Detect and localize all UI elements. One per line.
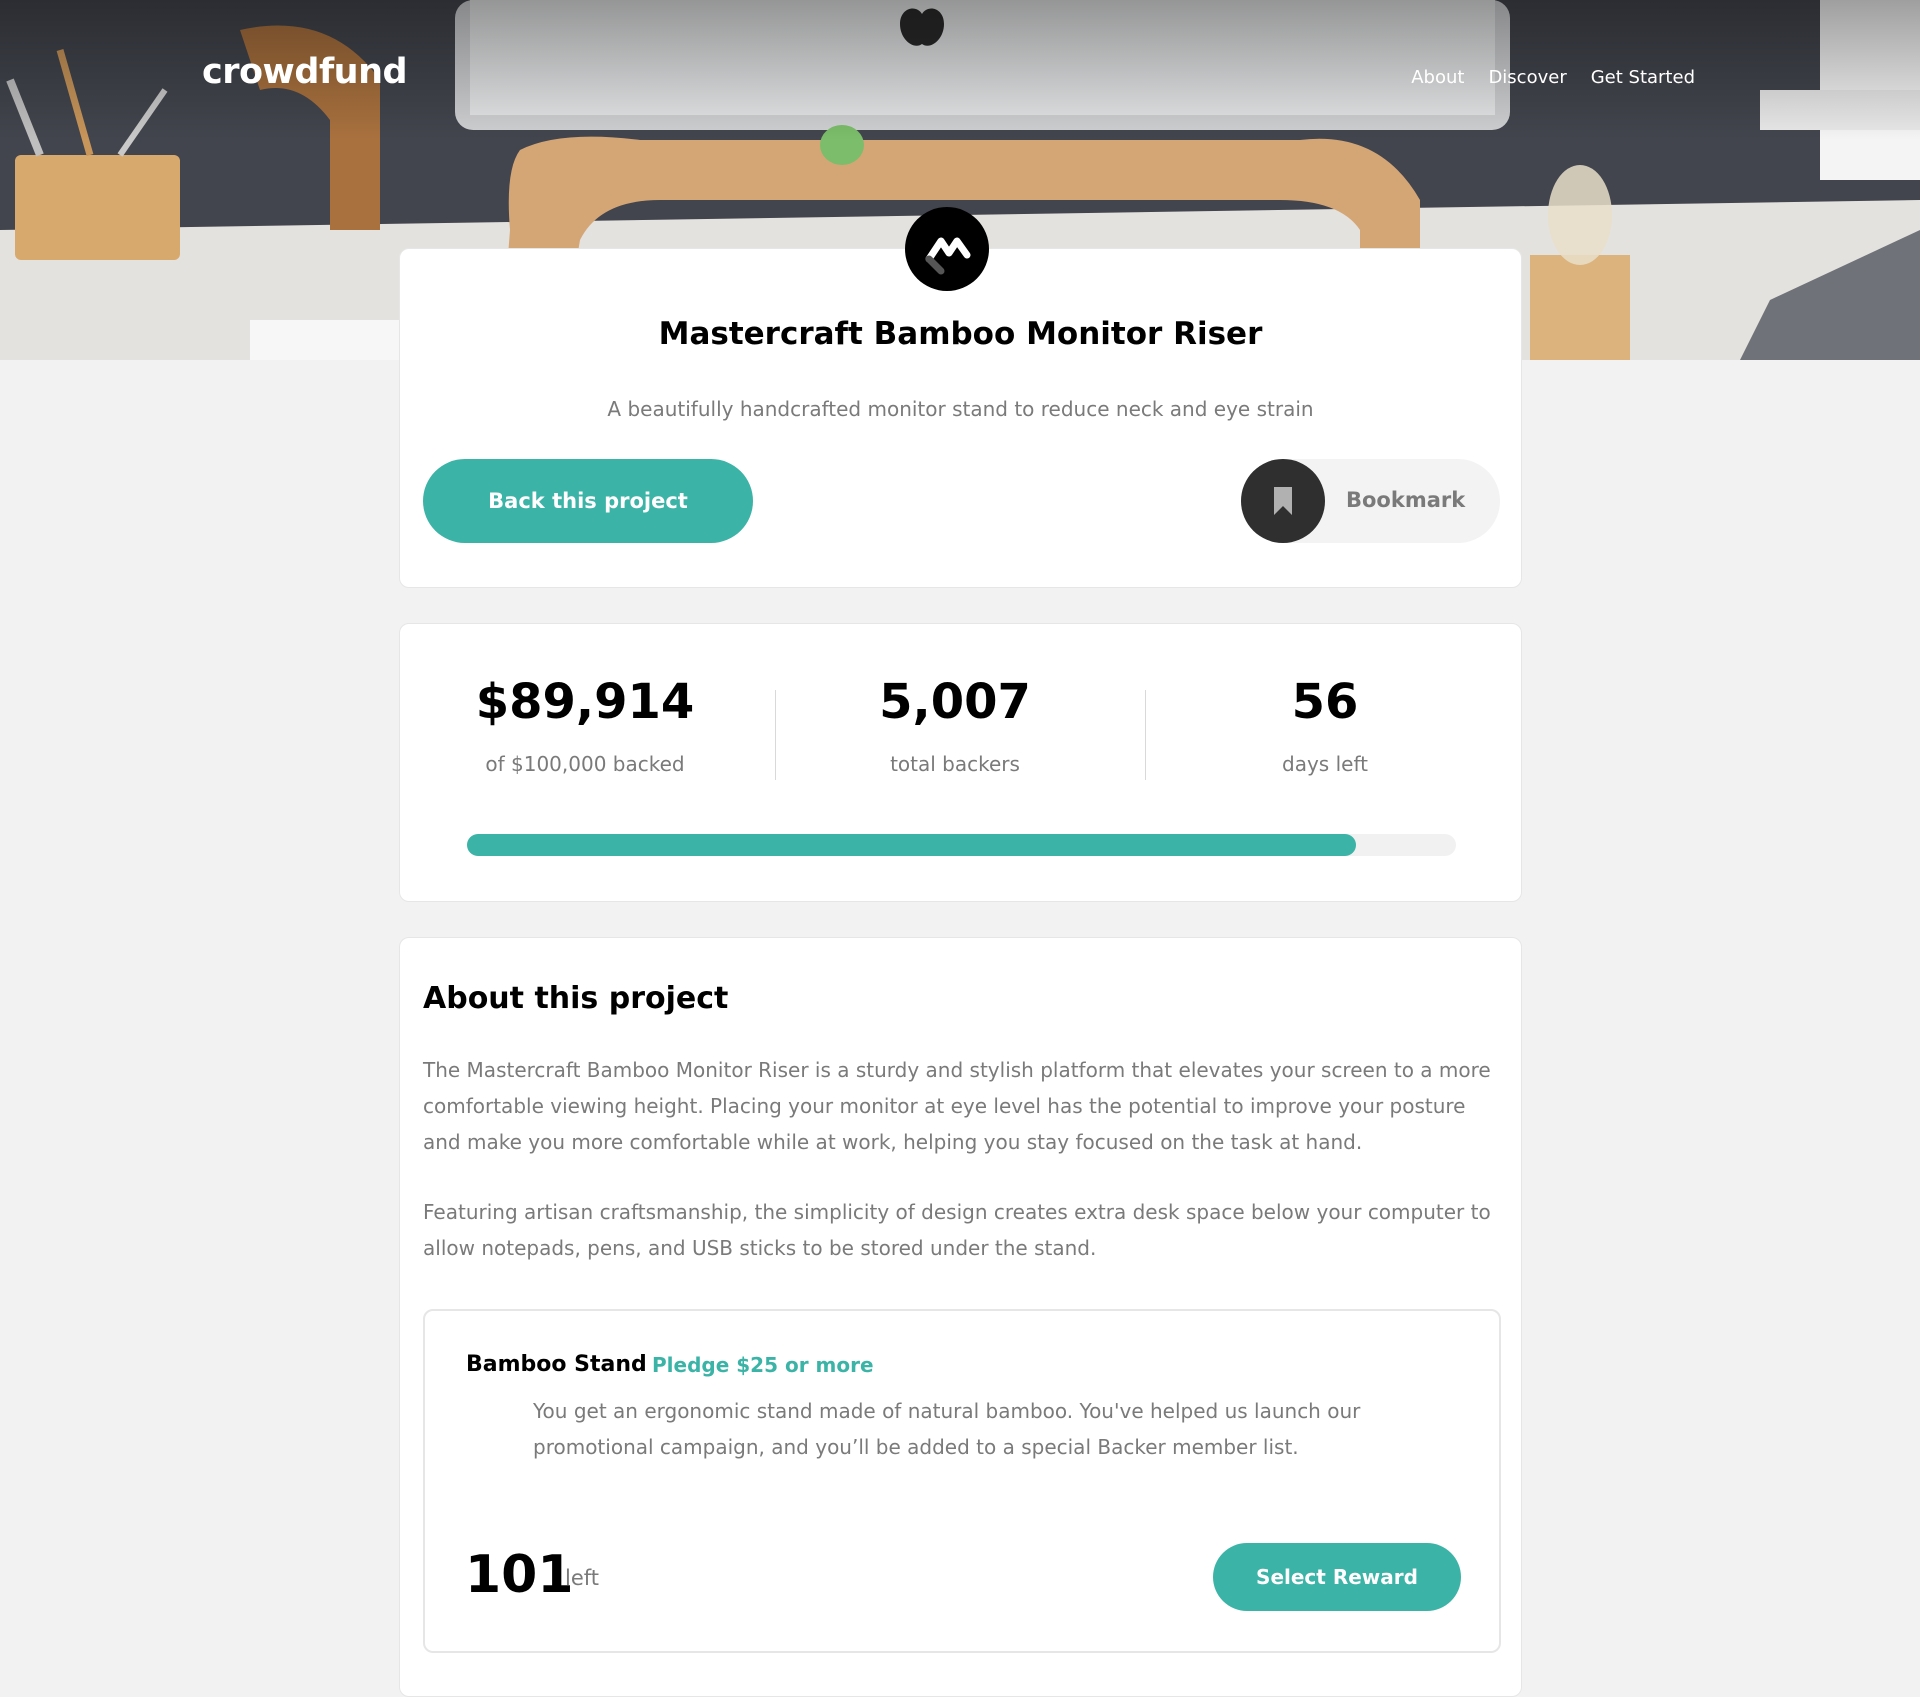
about-paragraph: Featuring artisan craftsmanship, the sim… <box>423 1200 1491 1260</box>
reward-card-bamboo-stand: Bamboo Stand Pledge $25 or more You get … <box>423 1309 1501 1653</box>
stat-backers: 5,007 total backers <box>805 674 1105 776</box>
stat-divider <box>775 690 776 780</box>
reward-count: 101 <box>465 1545 574 1605</box>
bookmark-icon <box>1274 487 1292 515</box>
project-subtitle: A beautifully handcrafted monitor stand … <box>607 397 1314 421</box>
mastercraft-logo-icon <box>905 207 989 291</box>
bookmark-button[interactable]: Bookmark <box>1241 459 1500 543</box>
reward-pledge: Pledge $25 or more <box>652 1353 874 1377</box>
bookmark-icon-circle <box>1241 459 1325 543</box>
nav-link-about[interactable]: About <box>1411 67 1464 88</box>
about-card: About this project The Mastercraft Bambo… <box>399 937 1522 1697</box>
amount-backed: $89,914 <box>475 674 695 730</box>
days-left-label: days left <box>1282 752 1368 776</box>
project-header-card: Mastercraft Bamboo Monitor Riser A beaut… <box>399 207 1522 588</box>
bookmark-label: Bookmark <box>1346 488 1466 512</box>
main-nav: About Discover Get Started <box>1411 67 1695 88</box>
days-left: 56 <box>1291 674 1359 730</box>
funding-progress-bar <box>467 834 1456 856</box>
site-logo[interactable]: crowdfund <box>202 52 408 92</box>
stats-card: $89,914 of $100,000 backed 5,007 total b… <box>399 623 1522 902</box>
stat-divider <box>1145 690 1146 780</box>
reward-name: Bamboo Stand <box>466 1352 647 1377</box>
stat-amount: $89,914 of $100,000 backed <box>435 674 735 776</box>
reward-description: You get an ergonomic stand made of natur… <box>533 1399 1361 1459</box>
project-title: Mastercraft Bamboo Monitor Riser <box>658 316 1263 352</box>
select-reward-button[interactable]: Select Reward <box>1213 1543 1461 1611</box>
back-project-button[interactable]: Back this project <box>423 459 753 543</box>
about-heading: About this project <box>423 981 729 1016</box>
nav-link-get-started[interactable]: Get Started <box>1591 67 1695 88</box>
reward-count-label: left <box>565 1566 600 1590</box>
nav-link-discover[interactable]: Discover <box>1488 67 1566 88</box>
about-paragraph: The Mastercraft Bamboo Monitor Riser is … <box>423 1058 1491 1154</box>
stat-days: 56 days left <box>1175 674 1475 776</box>
total-backers: 5,007 <box>879 674 1031 730</box>
funding-progress-fill <box>467 834 1357 856</box>
amount-goal-label: of $100,000 backed <box>485 752 685 776</box>
total-backers-label: total backers <box>890 752 1020 776</box>
